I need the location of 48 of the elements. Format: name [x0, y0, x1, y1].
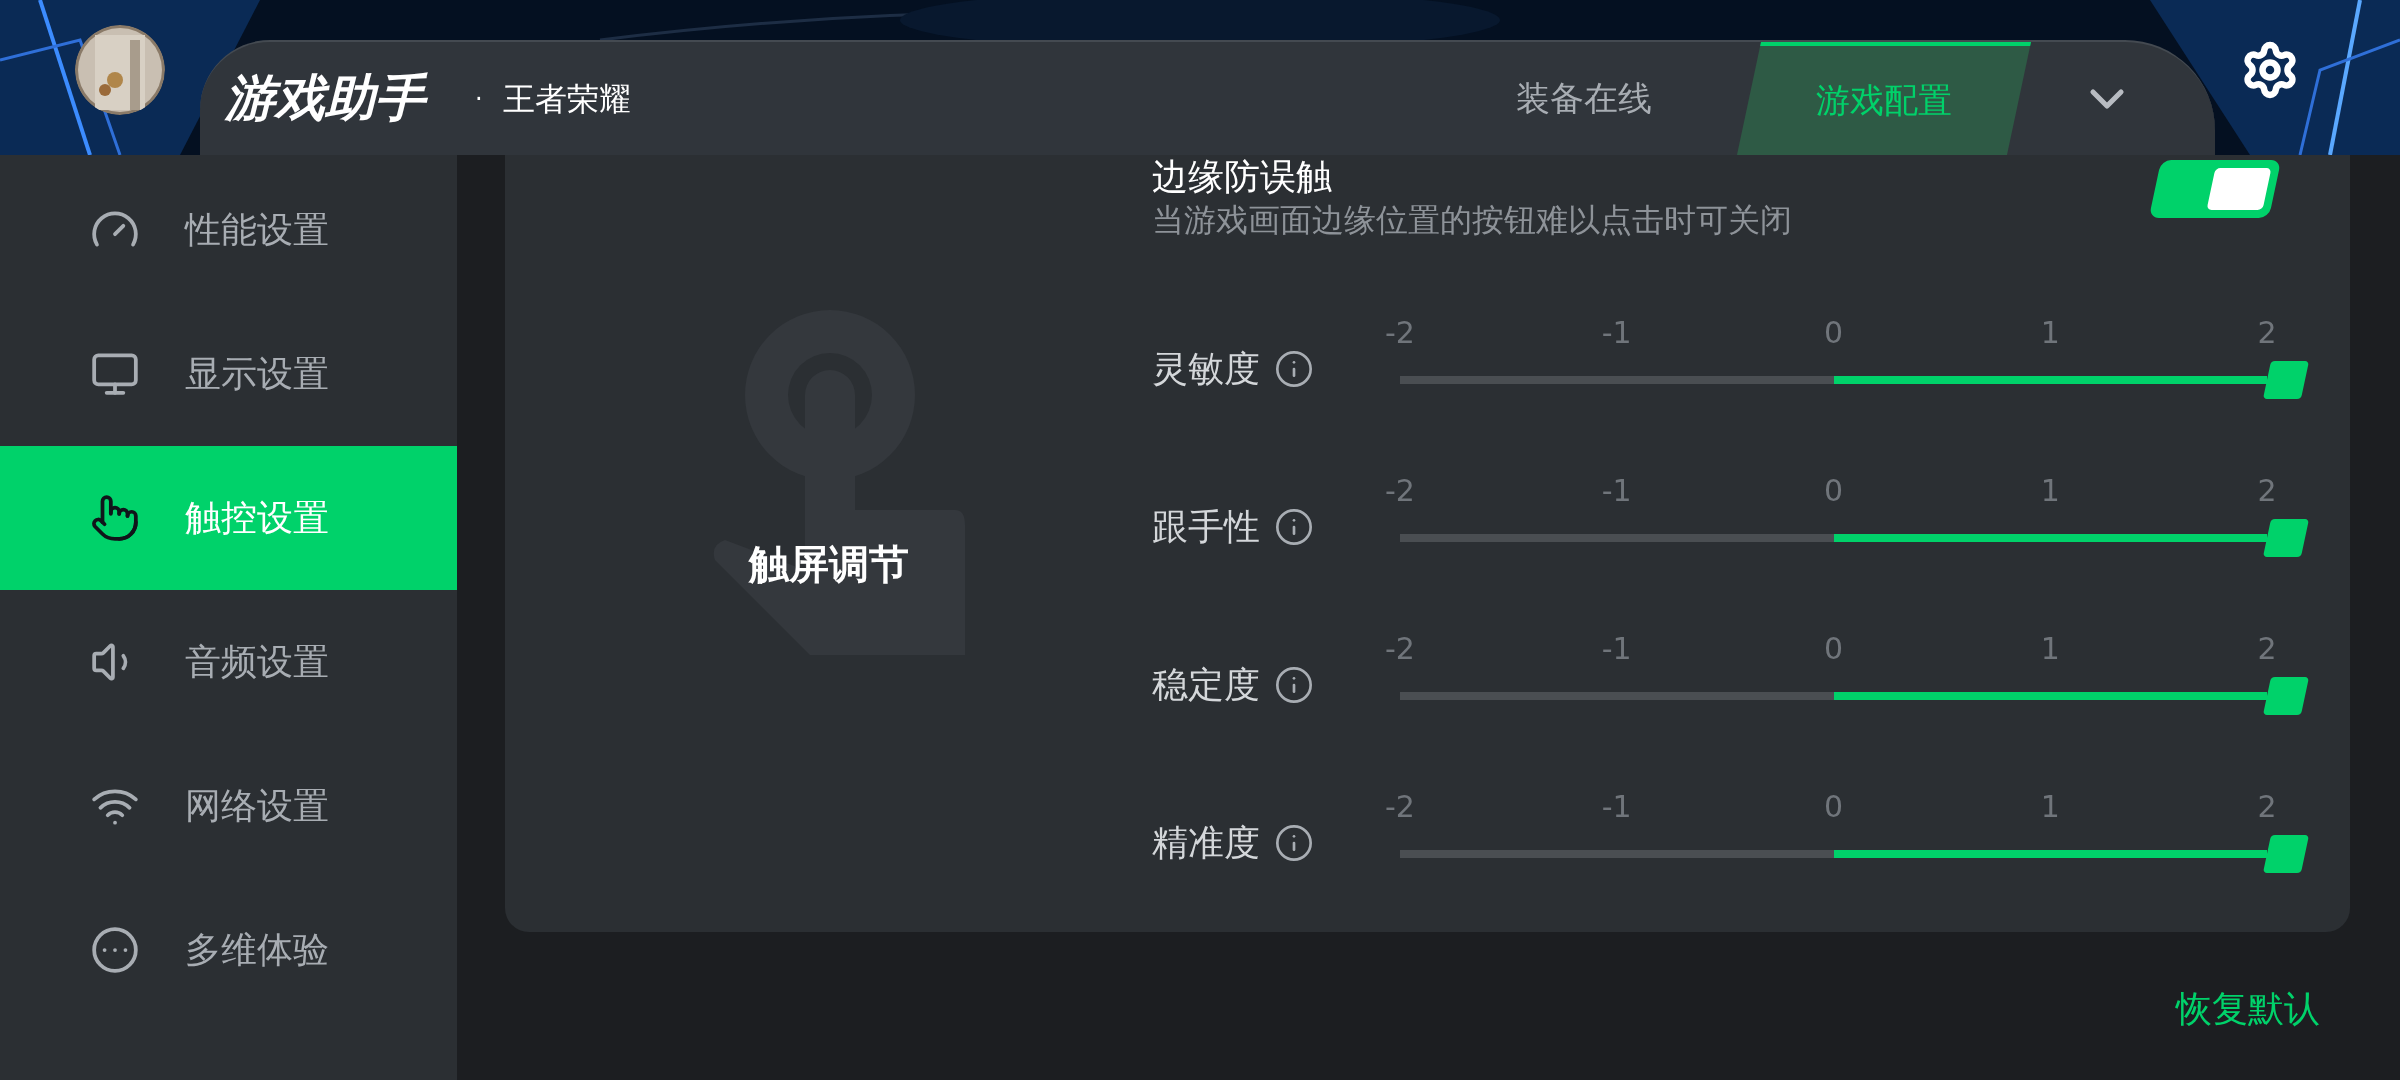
hand-pointer-icon [90, 493, 140, 543]
game-name: 王者荣耀 [502, 78, 631, 120]
info-icon[interactable] [1274, 507, 1314, 547]
sidebar-item[interactable]: 性能设置 [0, 158, 457, 302]
tick-label: 1 [2040, 476, 2060, 506]
tick-label: 2 [2257, 476, 2277, 506]
tick-label: 1 [2040, 318, 2060, 348]
tick-label: -1 [1601, 634, 1632, 664]
separator-dot: · [475, 83, 483, 115]
tick-label: 1 [2040, 792, 2060, 822]
setting-description: 当游戏画面边缘位置的按钮难以点击时可关闭 [1152, 200, 1793, 242]
tick-label: -2 [1385, 792, 1415, 822]
tick-label: -1 [1601, 318, 1632, 348]
header-tab[interactable]: 装备在线 [1449, 42, 1719, 155]
tick-label: 2 [2257, 792, 2277, 822]
tick-label: 1 [2040, 634, 2060, 664]
avatar[interactable] [75, 25, 165, 115]
sidebar-item[interactable]: 显示设置 [0, 302, 457, 446]
slider-label: 稳定度 [1152, 663, 1260, 707]
slider-track[interactable] [1400, 850, 2267, 858]
tick-label: 0 [1823, 318, 1844, 348]
tick-label: 2 [2257, 318, 2277, 348]
tick-label: -2 [1385, 634, 1415, 664]
info-icon[interactable] [1274, 349, 1314, 389]
tick-label: -1 [1601, 792, 1632, 822]
info-icon[interactable] [1274, 665, 1314, 705]
tick-label: -1 [1601, 476, 1632, 506]
slider-track[interactable] [1400, 376, 2267, 384]
setting-title: 边缘防误触 [1152, 155, 1333, 199]
tick-label: 0 [1823, 634, 1844, 664]
slider-label: 跟手性 [1152, 505, 1260, 549]
slider-track[interactable] [1400, 534, 2267, 542]
tick-label: 2 [2257, 634, 2277, 664]
tick-label: 0 [1823, 476, 1844, 506]
info-icon[interactable] [1274, 823, 1314, 863]
tick-label: -2 [1385, 476, 1415, 506]
reset-link[interactable]: 恢复默认 [2176, 982, 2320, 1036]
slider-label: 灵敏度 [1152, 347, 1260, 391]
more-icon [90, 925, 140, 975]
sidebar-item[interactable]: 网络设置 [0, 734, 457, 878]
sidebar-item[interactable]: 多维体验 [0, 878, 457, 1022]
tick-label: -2 [1385, 318, 1415, 348]
sidebar-item[interactable]: 音频设置 [0, 590, 457, 734]
header-tab[interactable]: 游戏配置 [1737, 42, 2031, 155]
illustration-label: 触屏调节 [748, 539, 909, 589]
tick-label: 0 [1823, 792, 1844, 822]
slider-track[interactable] [1400, 692, 2267, 700]
slider-label: 精准度 [1152, 821, 1260, 865]
